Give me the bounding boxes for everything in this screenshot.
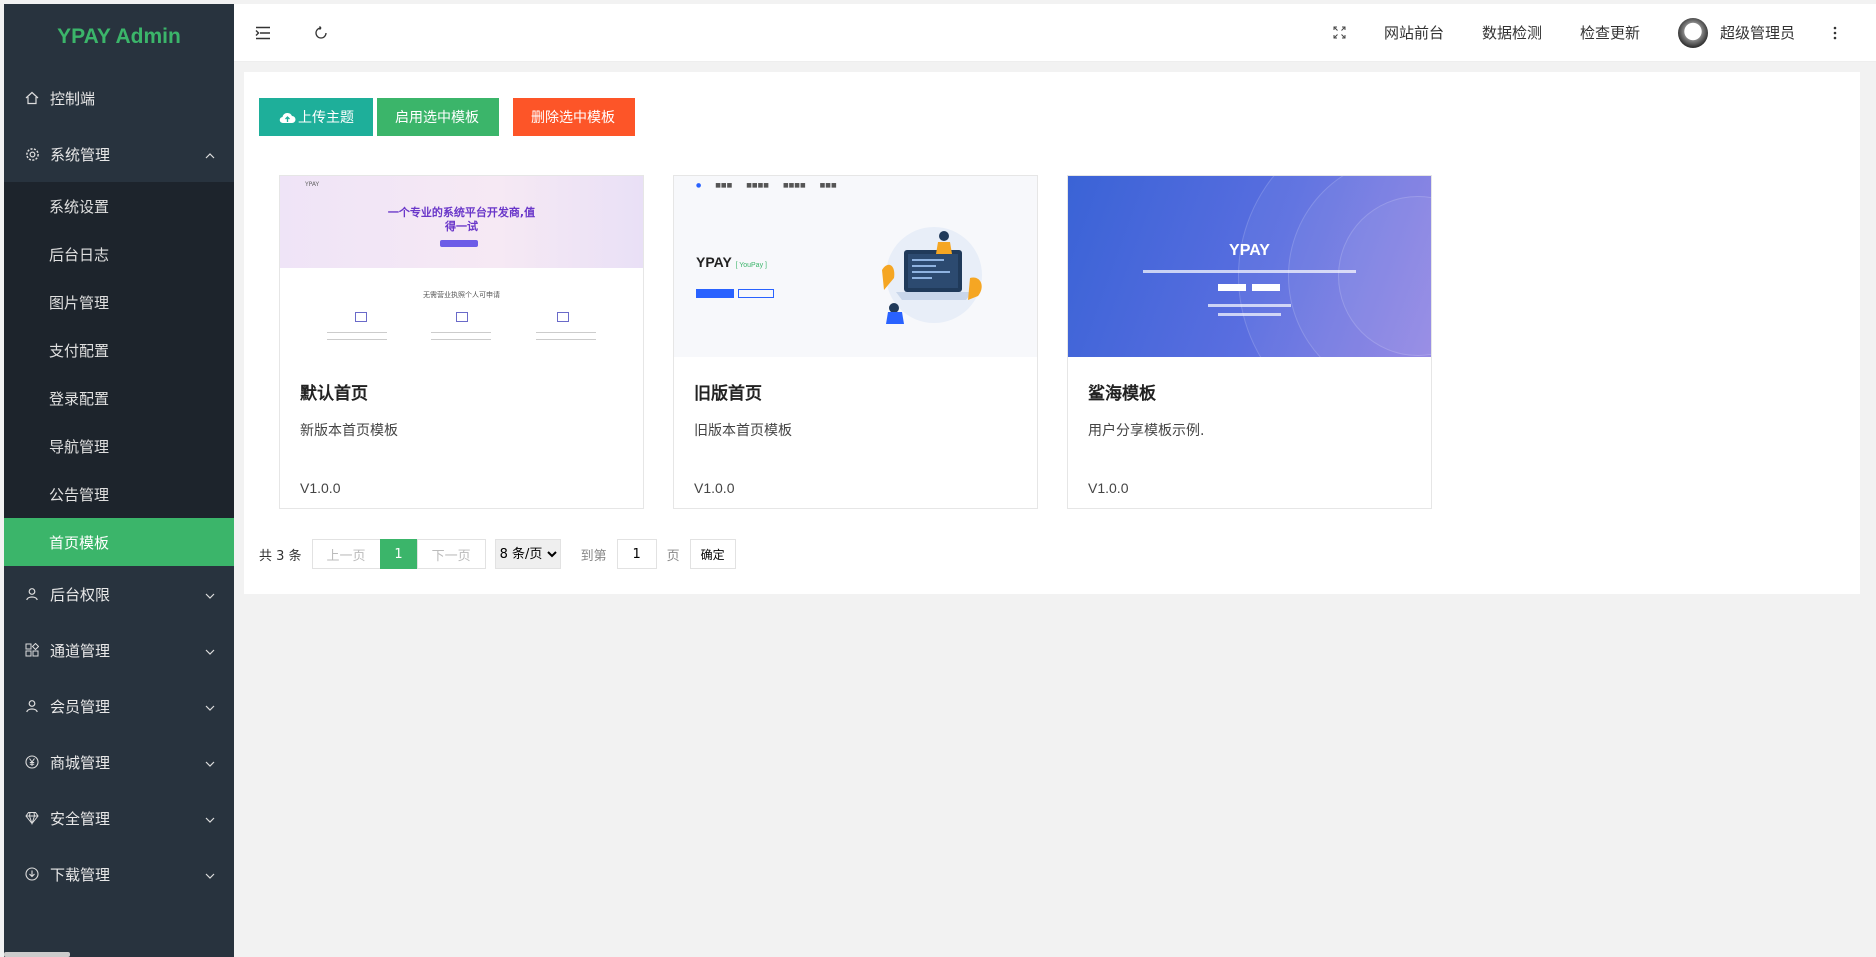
template-desc: 用户分享模板示例. <box>1088 423 1205 439</box>
apps-icon <box>24 642 40 658</box>
template-card-legacy[interactable]: ● ■■■ ■■■■ ■■■■ ■■■ YPAY [ YouPay ] 旧版首页… <box>673 175 1038 509</box>
nav-item-label: 后台权限 <box>50 585 111 604</box>
chevron-down-icon <box>204 700 216 712</box>
template-desc: 新版本首页模板 <box>300 423 398 439</box>
template-name: 默认首页 <box>300 384 368 404</box>
template-card-default[interactable]: YPAY 一个专业的系统平台开发商,值 得一试 无需营业执照个人可申请 默认首页… <box>279 175 644 509</box>
nav-item-dashboard[interactable]: 控制端 <box>4 70 234 126</box>
nav-item-label: 商城管理 <box>50 753 111 772</box>
pagination-total: 共 3 条 <box>259 548 302 564</box>
user-icon <box>24 698 40 714</box>
sidebar: YPAY Admin 控制端 系统管理 系统设置 后台日志 图片管理 支付配置 … <box>4 4 234 957</box>
template-version: V1.0.0 <box>300 480 341 496</box>
thumb-button <box>440 240 478 247</box>
sub-item-notice-manage[interactable]: 公告管理 <box>4 470 234 518</box>
template-desc: 旧版本首页模板 <box>694 423 792 439</box>
sidebar-scrollbar[interactable] <box>4 952 70 957</box>
menu-toggle-icon[interactable] <box>234 4 292 62</box>
avatar <box>1677 17 1708 48</box>
nav-item-label: 系统管理 <box>50 145 111 164</box>
app-logo: YPAY Admin <box>57 25 181 48</box>
template-thumbnail: YPAY <box>1068 176 1431 357</box>
enable-selected-button[interactable]: 启用选中模板 <box>377 98 499 136</box>
nav-item-label: 控制端 <box>50 89 96 108</box>
thumb-headline-2: 得一试 <box>445 220 478 233</box>
sub-item-admin-log[interactable]: 后台日志 <box>4 230 234 278</box>
prev-page-button[interactable]: 上一页 <box>311 539 381 569</box>
sub-item-nav-manage[interactable]: 导航管理 <box>4 422 234 470</box>
thumb-brand: YPAY <box>696 254 732 270</box>
template-version: V1.0.0 <box>694 480 735 496</box>
nav-item-label: 通道管理 <box>50 641 111 660</box>
fullscreen-icon[interactable] <box>1314 4 1365 61</box>
delete-selected-button[interactable]: 删除选中模板 <box>513 98 635 136</box>
laptop-illustration-icon <box>882 227 982 324</box>
nav-item-mall[interactable]: 商城管理 <box>4 734 234 790</box>
goto-label: 到第 <box>580 548 607 564</box>
nav-item-admin-permissions[interactable]: 后台权限 <box>4 566 234 622</box>
top-header: 网站前台 数据检测 检查更新 超级管理员 <box>234 4 1876 62</box>
page-size-select[interactable]: 8 条/页 <box>494 539 561 569</box>
nav-item-channel[interactable]: 通道管理 <box>4 622 234 678</box>
chevron-up-icon <box>204 148 216 160</box>
next-page-button[interactable]: 下一页 <box>416 539 486 569</box>
data-check-link[interactable]: 数据检测 <box>1463 4 1561 61</box>
template-name: 旧版首页 <box>694 384 762 404</box>
sub-item-login-config[interactable]: 登录配置 <box>4 374 234 422</box>
template-thumbnail: ● ■■■ ■■■■ ■■■■ ■■■ YPAY [ YouPay ] <box>674 176 1037 357</box>
user-icon <box>24 586 40 602</box>
yen-icon <box>24 754 40 770</box>
upload-theme-label: 上传主题 <box>298 110 354 126</box>
template-thumbnail: YPAY 一个专业的系统平台开发商,值 得一试 无需营业执照个人可申请 <box>280 176 643 357</box>
nav-item-label: 会员管理 <box>50 697 111 716</box>
thumb-headline-1: 一个专业的系统平台开发商,值 <box>387 206 536 219</box>
sub-item-payment-config[interactable]: 支付配置 <box>4 326 234 374</box>
pagination: 共 3 条 上一页 1 下一页 8 条/页 到第 页 确定 <box>259 539 736 569</box>
chevron-down-icon <box>204 756 216 768</box>
nav-item-label: 安全管理 <box>50 809 111 828</box>
diamond-icon <box>24 810 40 826</box>
more-vertical-icon[interactable] <box>1814 4 1856 61</box>
user-name: 超级管理员 <box>1719 24 1795 42</box>
nav-item-system[interactable]: 系统管理 <box>4 126 234 182</box>
header-right: 网站前台 数据检测 检查更新 超级管理员 <box>1314 4 1876 61</box>
thumb-mid-text: 无需营业执照个人可申请 <box>423 291 500 299</box>
chevron-down-icon <box>204 644 216 656</box>
nav-item-members[interactable]: 会员管理 <box>4 678 234 734</box>
sub-item-image-manage[interactable]: 图片管理 <box>4 278 234 326</box>
cloud-upload-icon <box>279 112 296 123</box>
goto-confirm-button[interactable]: 确定 <box>689 539 736 569</box>
refresh-icon[interactable] <box>292 4 350 62</box>
goto-page-input[interactable] <box>616 539 657 569</box>
chevron-down-icon <box>204 812 216 824</box>
page-label: 页 <box>666 548 680 564</box>
toolbar: 上传主题 启用选中模板 删除选中模板 <box>259 98 639 136</box>
home-icon <box>24 90 40 106</box>
sub-item-home-template[interactable]: 首页模板 <box>4 518 234 566</box>
nav-item-download[interactable]: 下载管理 <box>4 846 234 902</box>
download-icon <box>24 866 40 882</box>
template-panel: 上传主题 启用选中模板 删除选中模板 YPAY 一个专业的系统平台开发商,值 得… <box>244 72 1860 594</box>
template-name: 鲨海模板 <box>1088 384 1156 404</box>
nav-item-security[interactable]: 安全管理 <box>4 790 234 846</box>
page-1-button[interactable]: 1 <box>379 539 418 569</box>
system-submenu: 系统设置 后台日志 图片管理 支付配置 登录配置 导航管理 公告管理 首页模板 <box>4 182 234 566</box>
template-card-shark[interactable]: YPAY 鲨海模板 用户分享模板示例. V1.0.0 <box>1067 175 1432 509</box>
nav-item-label: 下载管理 <box>50 865 111 884</box>
sub-item-system-settings[interactable]: 系统设置 <box>4 182 234 230</box>
chevron-down-icon <box>204 868 216 880</box>
user-menu[interactable]: 超级管理员 <box>1659 4 1814 61</box>
thumb-brand: YPAY <box>1229 242 1270 259</box>
template-version: V1.0.0 <box>1088 480 1129 496</box>
thumb-brand: YPAY <box>305 181 320 188</box>
upload-theme-button[interactable]: 上传主题 <box>259 98 373 136</box>
check-update-link[interactable]: 检查更新 <box>1561 4 1659 61</box>
chevron-down-icon <box>204 588 216 600</box>
gear-icon <box>24 146 40 162</box>
thumb-tag: [ YouPay ] <box>735 262 767 269</box>
site-frontend-link[interactable]: 网站前台 <box>1365 4 1463 61</box>
